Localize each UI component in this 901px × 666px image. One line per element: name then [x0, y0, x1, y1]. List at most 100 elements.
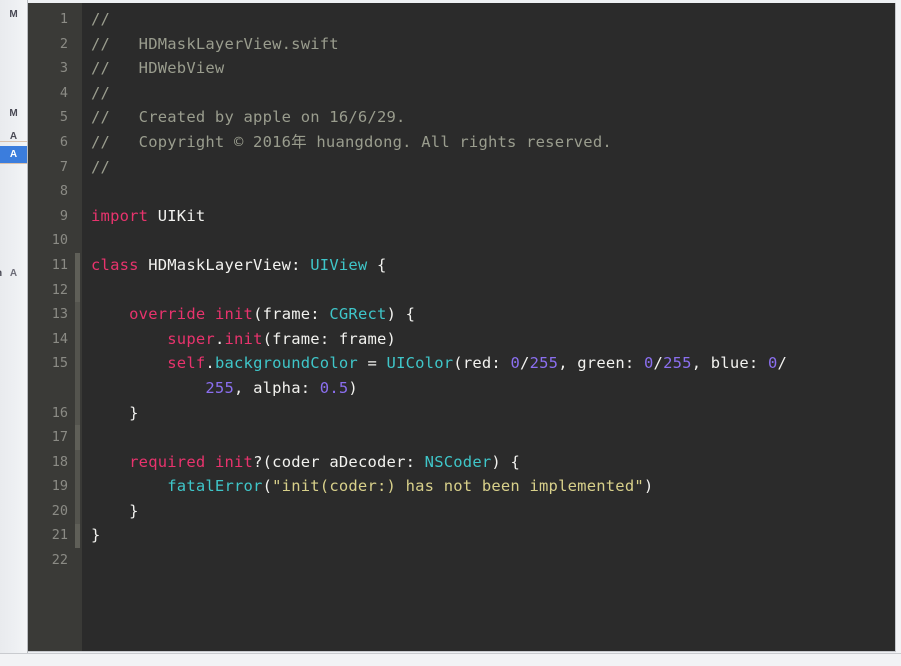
- token-number: 0: [510, 354, 521, 373]
- code-line[interactable]: fatalError("init(coder:) has not been im…: [91, 474, 895, 499]
- token-number: 255: [529, 354, 559, 373]
- token-plain: UIKit: [148, 206, 206, 225]
- line-number: 6: [59, 133, 68, 150]
- editor-area: 1 2 3 4 5 6 7 8 9 10 11 12 13 14 15 16 17 18 19 20 21 22 ////…: [28, 0, 901, 666]
- code-line[interactable]: class HDMaskLayerView: UIView {: [91, 253, 895, 278]
- token-comment: // Copyright © 2016年 huangdong. All righ…: [91, 132, 612, 151]
- line-number: 5: [59, 109, 68, 126]
- source-control-navigator[interactable]: MMAAnA: [0, 0, 28, 666]
- token-plain: }: [91, 403, 139, 422]
- token-number: 0.5: [319, 378, 349, 397]
- code-line[interactable]: // Copyright © 2016年 huangdong. All righ…: [91, 130, 895, 155]
- navigator-item-modified[interactable]: M: [0, 6, 27, 23]
- line-number: 14: [51, 330, 68, 347]
- code-line[interactable]: [91, 548, 895, 573]
- code-line[interactable]: required init?(coder aDecoder: NSCoder) …: [91, 450, 895, 475]
- code-line[interactable]: }: [91, 523, 895, 548]
- editor-top-edge: [56, 0, 901, 3]
- token-plain: .: [205, 354, 215, 373]
- token-keyword: init: [224, 329, 263, 348]
- code-line[interactable]: }: [91, 499, 895, 524]
- code-content[interactable]: //// HDMaskLayerView.swift// HDWebView//…: [82, 3, 895, 651]
- code-line[interactable]: //: [91, 155, 895, 180]
- line-number: 2: [59, 35, 68, 52]
- navigator-item-badge: M: [9, 108, 18, 119]
- token-keyword: super: [167, 329, 215, 348]
- code-line[interactable]: }: [91, 401, 895, 426]
- navigator-item-added[interactable]: nA: [0, 265, 27, 282]
- token-plain: ) {: [491, 452, 521, 471]
- token-plain: ): [348, 378, 358, 397]
- line-number: 19: [51, 478, 68, 495]
- token-plain: , green:: [558, 354, 644, 373]
- token-plain: }: [91, 501, 139, 520]
- navigator-item-modified[interactable]: M: [0, 105, 27, 122]
- token-plain: HDMaskLayerView:: [138, 255, 311, 274]
- navigator-item-added[interactable]: A: [0, 146, 27, 163]
- token-type: fatalError: [167, 477, 263, 496]
- token-comment: // Created by apple on 16/6/29.: [91, 108, 406, 127]
- navigator-item-badge: A: [9, 149, 18, 160]
- token-plain: ) {: [386, 305, 416, 324]
- token-comment: //: [91, 10, 111, 28]
- fold-range-indicator[interactable]: [75, 302, 80, 426]
- navigator-divider: [0, 163, 27, 164]
- navigator-divider: [0, 141, 27, 142]
- code-line[interactable]: [91, 228, 895, 253]
- line-number: 11: [51, 256, 68, 273]
- token-plain: (red:: [453, 354, 511, 373]
- code-line[interactable]: //: [91, 81, 895, 106]
- line-number: 15: [51, 355, 68, 372]
- code-line-continuation[interactable]: 255, alpha: 0.5): [91, 376, 895, 401]
- fold-range-indicator[interactable]: [75, 449, 80, 524]
- token-keyword: required: [129, 452, 206, 471]
- token-plain: }: [91, 526, 101, 545]
- bottom-edge-strip: [0, 653, 901, 666]
- token-plain: ): [643, 477, 654, 496]
- token-plain: (frame: frame): [262, 329, 397, 348]
- line-number: 21: [51, 527, 68, 544]
- code-line[interactable]: // HDMaskLayerView.swift: [91, 32, 895, 57]
- token-number: 255: [663, 354, 692, 373]
- token-plain: /: [520, 354, 530, 373]
- token-string: "init(coder:) has not been implemented": [272, 477, 644, 496]
- line-number: 4: [59, 84, 68, 101]
- code-line[interactable]: [91, 179, 895, 204]
- token-comment: //: [91, 157, 111, 176]
- code-line[interactable]: self.backgroundColor = UIColor(red: 0/25…: [91, 351, 895, 376]
- line-number: 8: [59, 183, 68, 200]
- token-type: NSCoder: [424, 452, 492, 471]
- code-line[interactable]: // Created by apple on 16/6/29.: [91, 105, 895, 130]
- navigator-item-added[interactable]: A: [0, 128, 27, 145]
- token-plain: ?(coder aDecoder:: [253, 452, 425, 471]
- line-number: 16: [51, 404, 68, 421]
- code-editor[interactable]: 1 2 3 4 5 6 7 8 9 10 11 12 13 14 15 16 17 18 19 20 21 22 ////…: [28, 3, 896, 652]
- token-type: CGRect: [329, 305, 387, 324]
- token-plain: {: [367, 255, 387, 274]
- token-keyword: import: [91, 206, 149, 225]
- code-fold-ribbon[interactable]: [75, 3, 82, 651]
- token-number: 255: [205, 378, 234, 397]
- token-number: 0: [643, 354, 654, 373]
- token-keyword: class: [91, 255, 139, 274]
- code-line[interactable]: super.init(frame: frame): [91, 327, 895, 352]
- line-number: 7: [59, 158, 68, 175]
- token-plain: /: [653, 354, 664, 373]
- code-line[interactable]: // HDWebView: [91, 56, 895, 81]
- xcode-window: MMAAnA 123456789101112131415161718192021…: [0, 0, 901, 666]
- token-plain: /: [777, 354, 788, 373]
- line-number: 9: [59, 207, 68, 224]
- token-plain: =: [357, 354, 387, 373]
- code-line[interactable]: //: [91, 7, 895, 32]
- code-line[interactable]: override init(frame: CGRect) {: [91, 302, 895, 327]
- token-plain: (frame:: [253, 305, 330, 324]
- token-plain: , alpha:: [234, 378, 320, 397]
- token-prop: backgroundColor: [214, 354, 358, 373]
- code-line[interactable]: import UIKit: [91, 204, 895, 229]
- code-line[interactable]: [91, 278, 895, 303]
- token-keyword: init: [214, 305, 254, 324]
- code-line[interactable]: [91, 425, 895, 450]
